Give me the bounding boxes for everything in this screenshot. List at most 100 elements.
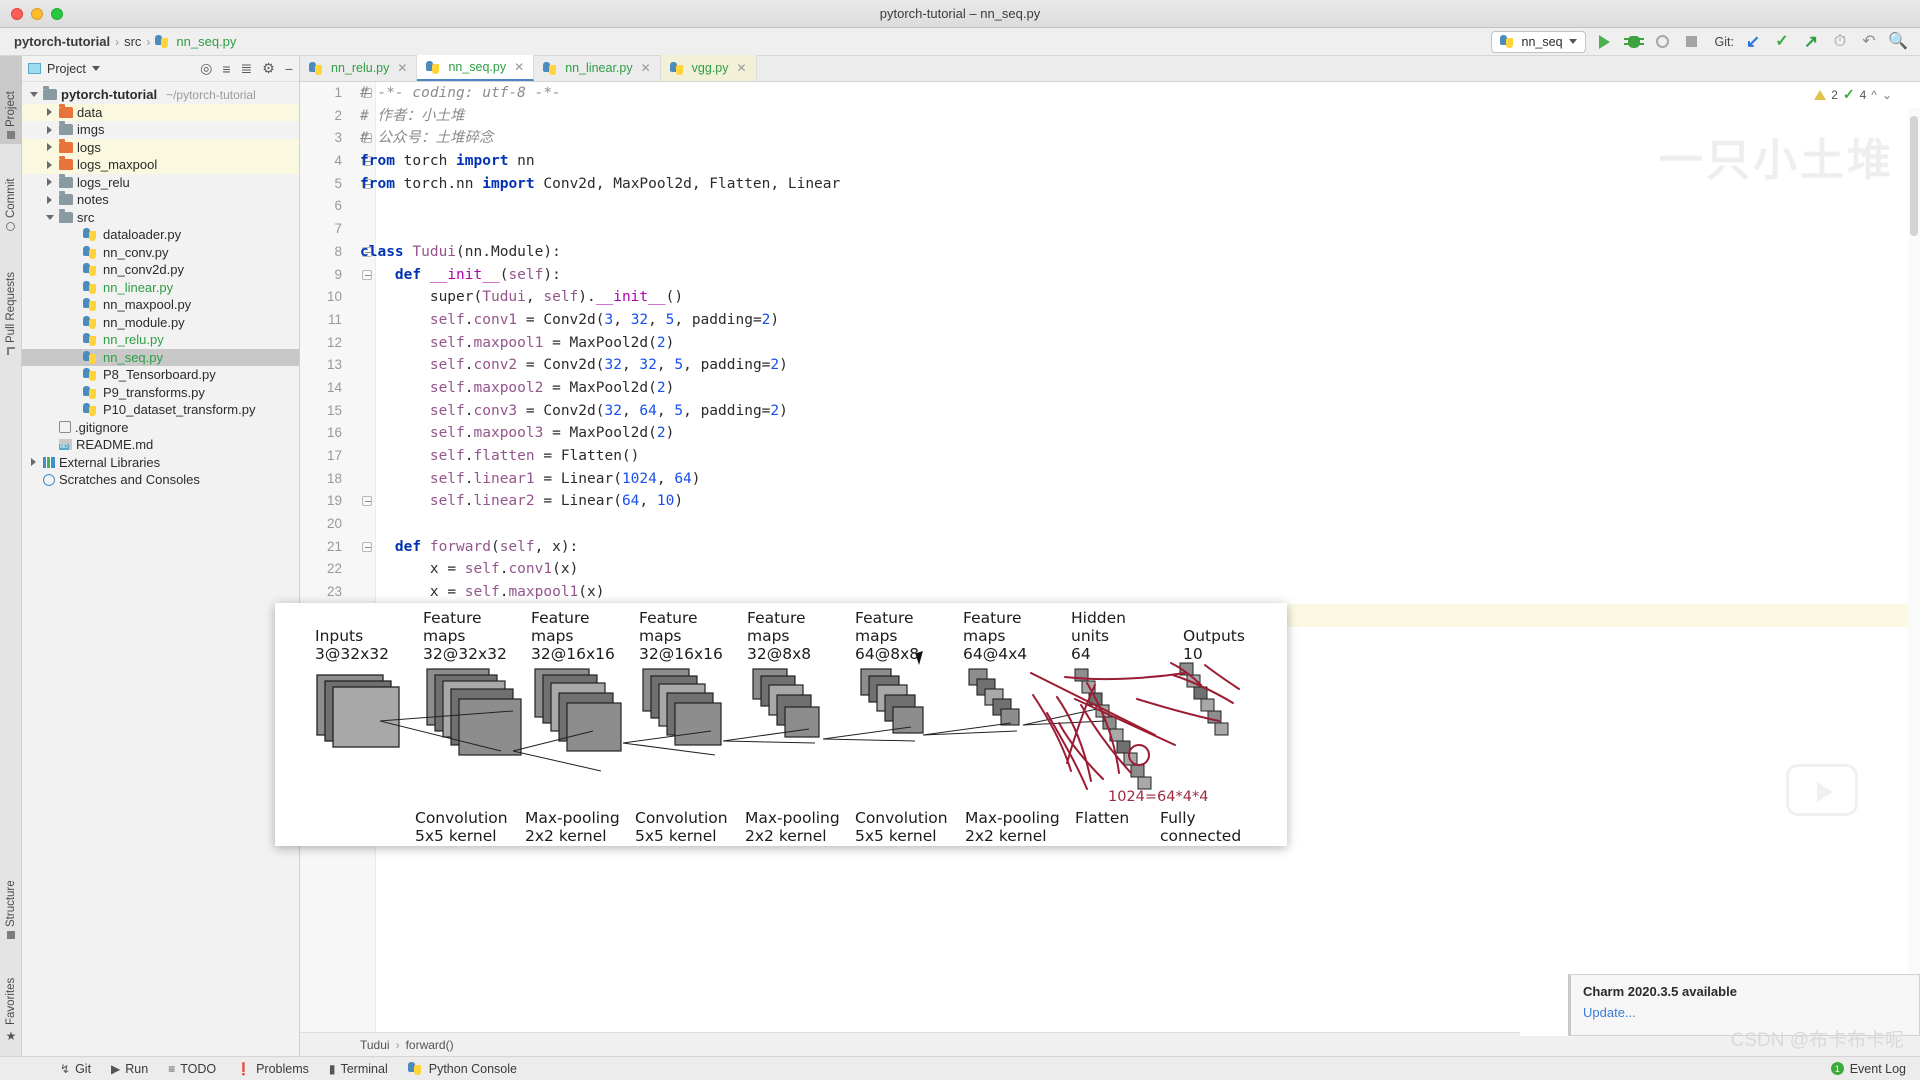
tree-item[interactable]: nn_module.py xyxy=(22,314,299,332)
locate-icon[interactable]: ◎ xyxy=(200,60,212,77)
code-line[interactable]: 21 def forward(self, x): xyxy=(300,536,1920,559)
status-item-todo[interactable]: ≡ TODO xyxy=(168,1062,216,1076)
expand-arrow-icon[interactable] xyxy=(44,196,55,204)
expand-all-icon[interactable]: ≡ xyxy=(222,61,230,77)
tree-item[interactable]: P9_transforms.py xyxy=(22,384,299,402)
notification-update-link[interactable]: Update... xyxy=(1583,1005,1907,1020)
editor-tab[interactable]: nn_seq.py✕ xyxy=(417,55,534,81)
collapse-all-icon[interactable]: ≣ xyxy=(241,60,253,77)
chevron-down-icon[interactable] xyxy=(92,66,100,71)
code-editor[interactable]: 1# -*- coding: utf-8 -*-2# 作者：小土堆3# 公众号：… xyxy=(300,82,1920,1032)
stop-button[interactable] xyxy=(1682,32,1702,52)
sidebar-item-project[interactable]: Project xyxy=(0,56,22,144)
code-line[interactable]: 1# -*- coding: utf-8 -*- xyxy=(300,82,1920,105)
code-line[interactable]: 20 xyxy=(300,513,1920,536)
sidebar-item-favorites[interactable]: ★ Favorites xyxy=(0,952,22,1048)
tree-item[interactable]: P10_dataset_transform.py xyxy=(22,401,299,419)
close-tab-icon[interactable]: ✕ xyxy=(514,60,524,74)
run-button[interactable] xyxy=(1595,32,1615,52)
inspection-indicator[interactable]: 2 ✓ 4 ^ ⌄ xyxy=(1814,86,1902,103)
close-tab-icon[interactable]: ✕ xyxy=(737,61,747,75)
tree-item[interactable]: notes xyxy=(22,191,299,209)
status-item-terminal[interactable]: ▮ Terminal xyxy=(329,1062,388,1076)
code-line[interactable]: 14 self.maxpool2 = MaxPool2d(2) xyxy=(300,377,1920,400)
sidebar-item-pull-requests[interactable]: Pull Requests xyxy=(0,244,22,360)
git-commit-button[interactable]: ✓ xyxy=(1772,32,1792,52)
breadcrumb-folder[interactable]: src xyxy=(124,34,141,49)
tree-item[interactable]: nn_maxpool.py xyxy=(22,296,299,314)
git-push-button[interactable]: ↗ xyxy=(1801,32,1821,52)
collapse-arrow-icon[interactable] xyxy=(28,92,39,97)
code-line[interactable]: 22 x = self.conv1(x) xyxy=(300,558,1920,581)
status-item-git[interactable]: ↯ Git xyxy=(60,1062,91,1076)
tree-item[interactable]: nn_relu.py xyxy=(22,331,299,349)
tree-item[interactable]: pytorch-tutorial~/pytorch-tutorial xyxy=(22,86,299,104)
search-button[interactable]: 🔍 xyxy=(1888,32,1908,52)
tree-item[interactable]: logs_relu xyxy=(22,174,299,192)
code-line[interactable]: 8class Tudui(nn.Module): xyxy=(300,241,1920,264)
code-line[interactable]: 16 self.maxpool3 = MaxPool2d(2) xyxy=(300,422,1920,445)
code-line[interactable]: 13 self.conv2 = Conv2d(32, 32, 5, paddin… xyxy=(300,354,1920,377)
tree-item[interactable]: Scratches and Consoles xyxy=(22,471,299,489)
code-lines[interactable]: 1# -*- coding: utf-8 -*-2# 作者：小土堆3# 公众号：… xyxy=(300,82,1920,1032)
expand-arrow-icon[interactable] xyxy=(44,143,55,151)
tree-item[interactable]: data xyxy=(22,104,299,122)
sidebar-item-commit[interactable]: Commit xyxy=(0,152,22,236)
code-line[interactable]: 10 super(Tudui, self).__init__() xyxy=(300,286,1920,309)
tree-item[interactable]: nn_conv.py xyxy=(22,244,299,262)
breadcrumb-project[interactable]: pytorch-tutorial xyxy=(14,34,110,49)
gear-icon[interactable]: ⚙ xyxy=(262,60,275,77)
breadcrumb-class[interactable]: Tudui xyxy=(360,1038,390,1052)
tree-item[interactable]: imgs xyxy=(22,121,299,139)
editor-tab-bar[interactable]: nn_relu.py✕nn_seq.py✕nn_linear.py✕vgg.py… xyxy=(300,56,1920,82)
git-update-button[interactable]: ↙ xyxy=(1743,32,1763,52)
code-line[interactable]: 7 xyxy=(300,218,1920,241)
sidebar-item-structure[interactable]: Structure xyxy=(0,852,22,944)
tree-item[interactable]: nn_conv2d.py xyxy=(22,261,299,279)
status-item-problems[interactable]: ❗ Problems xyxy=(236,1062,309,1076)
editor-tab[interactable]: nn_linear.py✕ xyxy=(534,55,660,81)
expand-arrow-icon[interactable] xyxy=(44,161,55,169)
collapse-arrow-icon[interactable] xyxy=(44,215,55,220)
tree-item[interactable]: nn_linear.py xyxy=(22,279,299,297)
tree-item[interactable]: dataloader.py xyxy=(22,226,299,244)
git-history-button[interactable]: ⏱ xyxy=(1830,32,1850,52)
editor-tab[interactable]: nn_relu.py✕ xyxy=(300,55,417,81)
status-label-event-log[interactable]: Event Log xyxy=(1850,1062,1906,1076)
editor-scrollbar[interactable] xyxy=(1908,108,1920,1008)
code-line[interactable]: 9 def __init__(self): xyxy=(300,264,1920,287)
tree-item[interactable]: README.md xyxy=(22,436,299,454)
scrollbar-thumb[interactable] xyxy=(1910,116,1918,236)
status-item-python-console[interactable]: Python Console xyxy=(408,1062,517,1076)
code-line[interactable]: 17 self.flatten = Flatten() xyxy=(300,445,1920,468)
editor-tab[interactable]: vgg.py✕ xyxy=(661,55,757,81)
breadcrumb-method[interactable]: forward() xyxy=(406,1038,454,1052)
tree-item[interactable]: P8_Tensorboard.py xyxy=(22,366,299,384)
tree-item[interactable]: External Libraries xyxy=(22,454,299,472)
debug-button[interactable] xyxy=(1624,32,1644,52)
expand-arrow-icon[interactable] xyxy=(44,126,55,134)
previous-highlight-icon[interactable]: ^ xyxy=(1871,88,1877,102)
code-line[interactable]: 19 self.linear2 = Linear(64, 10) xyxy=(300,490,1920,513)
tree-item[interactable]: .gitignore xyxy=(22,419,299,437)
tree-item[interactable]: logs_maxpool xyxy=(22,156,299,174)
code-line[interactable]: 6 xyxy=(300,195,1920,218)
next-highlight-icon[interactable]: ⌄ xyxy=(1882,88,1892,102)
coverage-button[interactable] xyxy=(1653,32,1673,52)
code-line[interactable]: 18 self.linear1 = Linear(1024, 64) xyxy=(300,468,1920,491)
run-configuration-selector[interactable]: nn_seq xyxy=(1491,31,1586,53)
code-line[interactable]: 12 self.maxpool1 = MaxPool2d(2) xyxy=(300,332,1920,355)
project-tree[interactable]: pytorch-tutorial~/pytorch-tutorialdataim… xyxy=(22,82,299,489)
code-line[interactable]: 23 x = self.maxpool1(x) xyxy=(300,581,1920,604)
expand-arrow-icon[interactable] xyxy=(44,108,55,116)
code-line[interactable]: 11 self.conv1 = Conv2d(3, 32, 5, padding… xyxy=(300,309,1920,332)
hide-icon[interactable]: − xyxy=(285,61,293,77)
tree-item[interactable]: src xyxy=(22,209,299,227)
breadcrumb-file[interactable]: nn_seq.py xyxy=(176,34,236,49)
close-tab-icon[interactable]: ✕ xyxy=(641,61,651,75)
status-item-run[interactable]: ▶ Run xyxy=(111,1062,148,1076)
expand-arrow-icon[interactable] xyxy=(28,458,39,466)
close-tab-icon[interactable]: ✕ xyxy=(397,61,407,75)
tree-item[interactable]: nn_seq.py xyxy=(22,349,299,367)
undo-button[interactable]: ↶ xyxy=(1859,32,1879,52)
